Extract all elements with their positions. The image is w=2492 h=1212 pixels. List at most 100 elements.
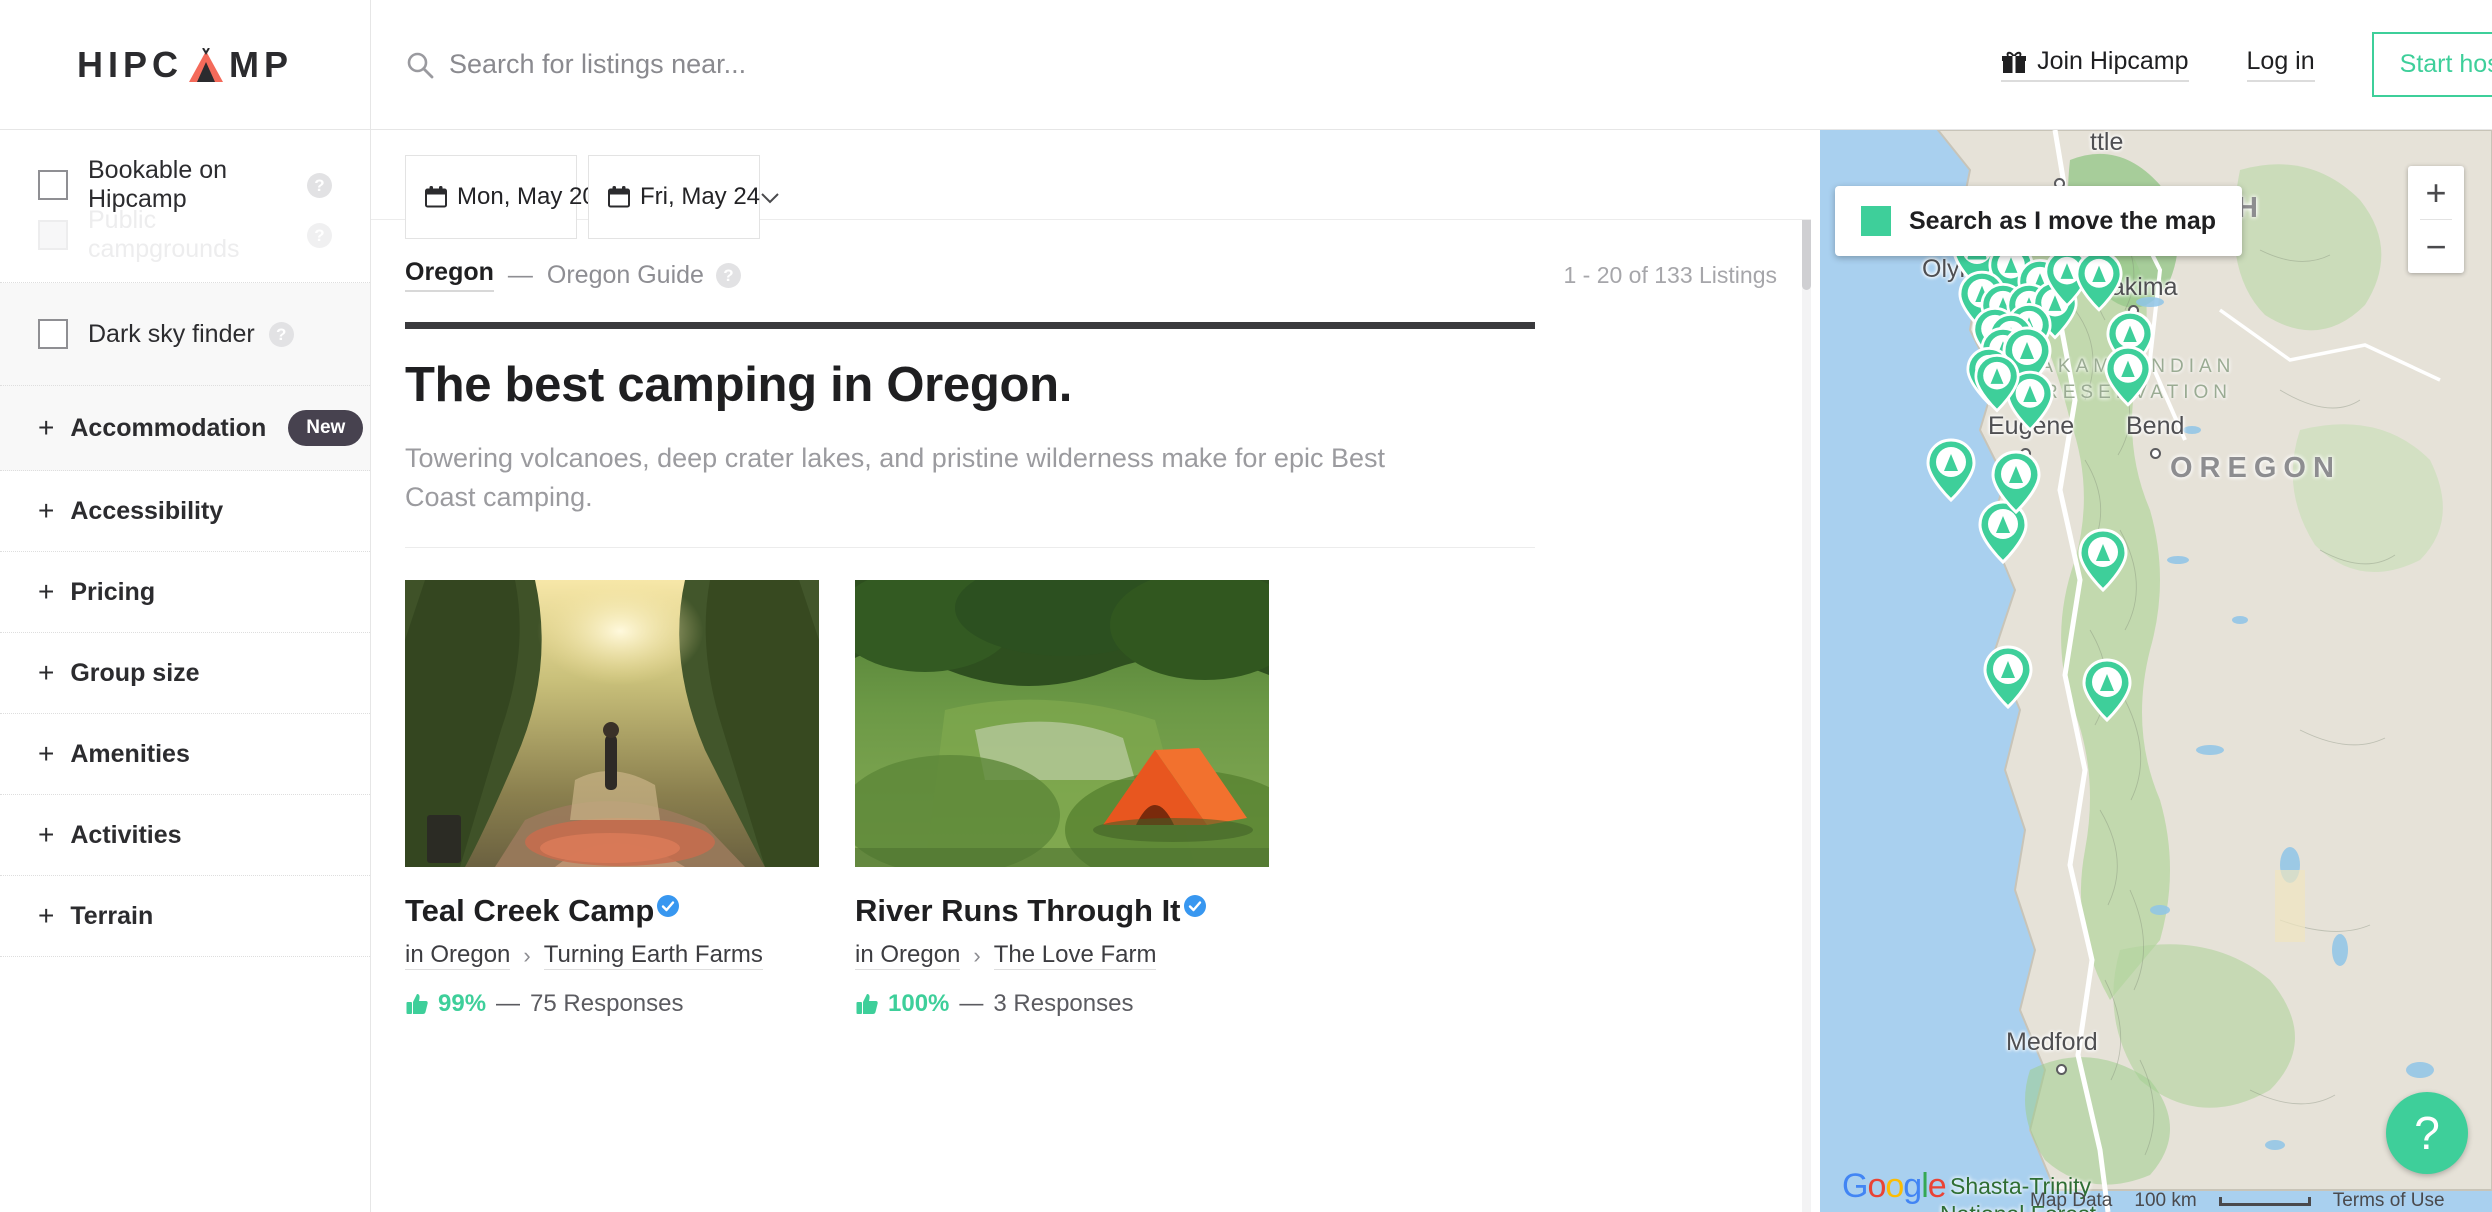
verified-badge-icon (1183, 895, 1206, 918)
site-header: HIPC MP Search for listings near... Join… (0, 0, 2492, 130)
expand-icon: + (38, 495, 55, 526)
results-panel: Oregon — Oregon Guide ? 1 - 20 of 133 Li… (371, 220, 1811, 1212)
help-button[interactable]: ? (2386, 1092, 2468, 1174)
help-icon[interactable]: ? (715, 262, 741, 288)
sidebar-darksky-group: Dark sky finder ? (0, 283, 370, 386)
sidebar-section-accommodation[interactable]: + Accommodation New (0, 386, 370, 471)
accordion-label: Activities (70, 820, 182, 849)
start-hosting-button[interactable]: Start hosting (2371, 32, 2492, 97)
zoom-in-button[interactable]: + (2408, 166, 2464, 219)
page-description: Towering volcanoes, deep crater lakes, a… (405, 443, 1385, 513)
listing-region-link[interactable]: in Oregon (405, 941, 511, 971)
checkbox-public-campgrounds (38, 220, 68, 250)
search-as-move-checkbox[interactable] (1861, 206, 1891, 236)
breadcrumb-dash: — (507, 260, 533, 289)
listing-rating: 100% — 3 Responses (855, 990, 1269, 1018)
filter-bookable-on-hipcamp[interactable]: Bookable on Hipcamp ? (0, 156, 370, 213)
listing-host-link[interactable]: Turning Earth Farms (543, 941, 763, 971)
sidebar-section-group-size[interactable]: + Group size (0, 633, 370, 714)
accordion-amenities[interactable]: + Amenities (0, 714, 370, 794)
expand-icon: + (38, 657, 55, 688)
map-scale-label: 100 km (2134, 1190, 2197, 1211)
listing-location: in Oregon › The Love Farm (855, 941, 1269, 971)
sidebar-section-pricing[interactable]: + Pricing (0, 552, 370, 633)
accordion-accessibility[interactable]: + Accessibility (0, 471, 370, 551)
map-pin-listing[interactable] (2078, 528, 2128, 592)
breadcrumb-state[interactable]: Oregon (405, 258, 494, 292)
thumbs-up-icon (405, 992, 429, 1016)
map-zoom-controls[interactable]: + − (2408, 166, 2464, 273)
results-scroll-track[interactable] (1802, 130, 1811, 1212)
sidebar-section-terrain[interactable]: + Terrain (0, 876, 370, 957)
listing-title[interactable]: Teal Creek Camp (405, 893, 654, 929)
google-logo: Google (1842, 1167, 1947, 1205)
map-pin-listing[interactable] (1974, 353, 2020, 413)
new-badge: New (288, 410, 364, 446)
zoom-out-button[interactable]: − (2408, 220, 2464, 273)
logo-text-left: HIPC (76, 43, 183, 85)
filter-dark-sky-finder[interactable]: Dark sky finder ? (0, 309, 370, 359)
listing-title-row: Teal Creek Camp (405, 893, 819, 929)
map-pin-listing[interactable] (2075, 250, 2123, 312)
checkout-date-label: Fri, May 24 (640, 183, 761, 210)
listing-host-link[interactable]: The Love Farm (993, 941, 1157, 971)
expand-icon: + (38, 576, 55, 607)
sidebar-checkbox-group: Bookable on Hipcamp ? Public campgrounds… (0, 130, 370, 283)
logo-text-right: MP (229, 43, 293, 85)
expand-icon: + (38, 738, 55, 769)
expand-icon: + (38, 900, 55, 931)
search-icon (405, 50, 435, 80)
calendar-icon (607, 185, 631, 209)
expand-icon: + (38, 819, 55, 850)
search-zone (371, 0, 2001, 130)
accordion-accommodation[interactable]: + Accommodation New (0, 386, 370, 470)
sidebar-section-accessibility[interactable]: + Accessibility (0, 471, 370, 552)
help-icon[interactable]: ? (268, 321, 294, 347)
sidebar-section-amenities[interactable]: + Amenities (0, 714, 370, 795)
listing-card[interactable]: River Runs Through It in Oregon › The Lo… (855, 580, 1269, 1018)
checkin-date-picker[interactable]: Mon, May 20 (405, 155, 615, 239)
checkout-date-picker[interactable]: Fri, May 24 (588, 155, 779, 239)
listing-region-link[interactable]: in Oregon (855, 941, 961, 971)
accordion-activities[interactable]: + Activities (0, 795, 370, 875)
map-pin-listing[interactable] (2104, 345, 2152, 407)
help-icon[interactable]: ? (307, 172, 332, 198)
map-pin-listing[interactable] (1983, 645, 2033, 709)
map-pin-listing[interactable] (1926, 438, 1976, 502)
rating-percent: 100% (888, 990, 950, 1018)
checkin-date-label: Mon, May 20 (457, 183, 596, 210)
listing-card[interactable]: Teal Creek Camp in Oregon › Turning Eart… (405, 580, 819, 1018)
results-map[interactable]: ttle a Olympia Yakima WASH YAKAMA INDIAN… (1820, 130, 2492, 1212)
join-hipcamp-label: Join Hipcamp (2037, 47, 2189, 75)
gift-icon (2001, 49, 2027, 75)
login-link[interactable]: Log in (2246, 47, 2315, 82)
filter-public-campgrounds-label: Public campgrounds (88, 206, 240, 263)
accordion-group-size[interactable]: + Group size (0, 633, 370, 713)
search-input[interactable] (449, 49, 1349, 80)
rating-dash: — (496, 990, 521, 1018)
header-actions: Join Hipcamp Log in Start hosting (2001, 0, 2492, 130)
search-as-i-move-banner[interactable]: Search as I move the map (1835, 186, 2243, 256)
listing-photo-river-runs-through-it[interactable] (855, 580, 1269, 868)
listing-title-row: River Runs Through It (855, 893, 1269, 929)
rating-dash: — (959, 990, 984, 1018)
map-pin-listing[interactable] (1991, 450, 2041, 514)
checkbox-dark-sky[interactable] (38, 319, 68, 349)
map-pin-listing[interactable] (2082, 658, 2132, 722)
join-hipcamp-link[interactable]: Join Hipcamp (2001, 47, 2189, 82)
listing-photo-teal-creek-camp[interactable] (405, 580, 819, 868)
hipcamp-logo[interactable]: HIPC MP (77, 44, 293, 86)
terms-of-use-link[interactable]: Terms of Use (2333, 1190, 2445, 1212)
listing-title[interactable]: River Runs Through It (855, 893, 1181, 929)
accordion-pricing[interactable]: + Pricing (0, 552, 370, 632)
checkbox-bookable[interactable] (38, 170, 68, 200)
logo-zone: HIPC MP (0, 0, 371, 130)
title-divider (405, 322, 1535, 329)
accordion-terrain[interactable]: + Terrain (0, 876, 370, 956)
tent-logo-icon (186, 47, 226, 82)
sidebar-section-activities[interactable]: + Activities (0, 795, 370, 876)
calendar-icon (424, 185, 448, 209)
filters-sidebar[interactable]: Bookable on Hipcamp ? Public campgrounds… (0, 130, 371, 1212)
hipcamp-search-page: HIPC MP Search for listings near... Join… (0, 0, 2492, 1212)
breadcrumb-guide[interactable]: Oregon Guide (547, 261, 704, 290)
